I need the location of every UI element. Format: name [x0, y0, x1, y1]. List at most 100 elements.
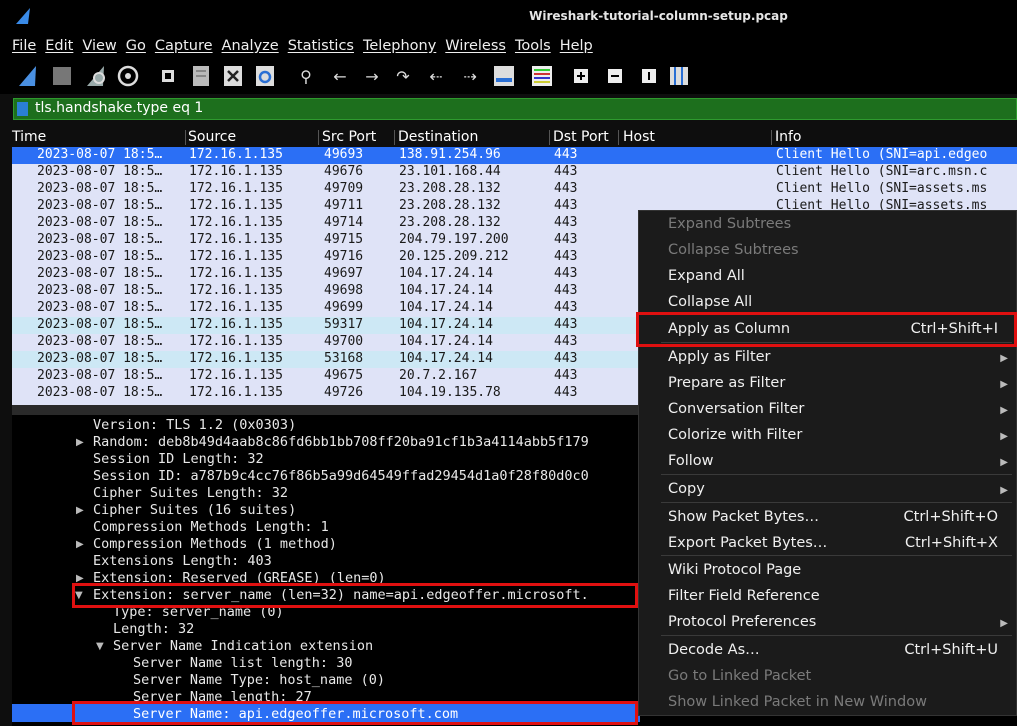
menu-item-wiki-protocol-page[interactable]: Wiki Protocol Page [668, 562, 801, 578]
detail-line[interactable]: Session ID: a787b9c4cc76f86b5a99d64549ff… [93, 468, 589, 484]
column-header-source[interactable]: Source [188, 129, 236, 145]
column-header-src-port[interactable]: Src Port [322, 129, 376, 145]
packet-cell-time: 2023-08-07 18:5… [37, 215, 163, 230]
packet-cell-destination: 104.19.135.78 [399, 385, 501, 400]
save-file-icon[interactable] [190, 64, 212, 88]
column-header-destination[interactable]: Destination [398, 129, 478, 145]
menu-item-apply-as-filter[interactable]: Apply as Filter [668, 349, 771, 365]
packet-row[interactable]: 2023-08-07 18:5… 172.16.1.135 49676 23.101.… [12, 164, 1017, 181]
restart-capture-icon[interactable] [84, 64, 108, 88]
submenu-arrow-icon: ▶ [1000, 405, 1008, 416]
menu-view[interactable]: View [82, 38, 116, 54]
menu-item-collapse-all[interactable]: Collapse All [668, 294, 752, 310]
detail-line[interactable]: Cipher Suites (16 suites) [93, 502, 296, 518]
column-divider[interactable] [771, 130, 772, 145]
normal-size-icon[interactable] [640, 64, 658, 88]
expand-arrow-icon[interactable]: ▶ [76, 505, 84, 516]
packet-cell-dst-port: 443 [554, 232, 578, 247]
menu-statistics[interactable]: Statistics [288, 38, 354, 54]
menu-item-collapse-subtrees[interactable]: Collapse Subtrees [668, 242, 799, 258]
menu-edit[interactable]: Edit [45, 38, 73, 54]
menu-telephony[interactable]: Telephony [363, 38, 436, 54]
colorize-icon[interactable] [530, 64, 554, 88]
autoscroll-icon[interactable] [492, 64, 516, 88]
stop-capture-icon[interactable] [50, 64, 74, 88]
find-packet-icon[interactable]: ⚲ [296, 64, 316, 88]
menu-item-show-linked-packet[interactable]: Show Linked Packet in New Window [668, 694, 927, 710]
capture-options-icon[interactable] [116, 64, 140, 88]
packet-row[interactable]: 2023-08-07 18:5… 172.16.1.135 49709 23.208.… [12, 181, 1017, 198]
detail-line[interactable]: Server Name Indication extension [113, 638, 373, 654]
highlight-box-apply-as-column [636, 312, 1017, 347]
detail-line[interactable]: Session ID Length: 32 [93, 451, 264, 467]
open-file-icon[interactable] [158, 64, 178, 88]
packet-cell-src-port: 49700 [324, 334, 364, 349]
detail-line[interactable]: Version: TLS 1.2 (0x0303) [93, 417, 296, 433]
detail-line[interactable]: Compression Methods Length: 1 [93, 519, 329, 535]
bookmark-icon[interactable] [17, 102, 28, 116]
reload-file-icon[interactable] [254, 64, 276, 88]
menu-item-go-to-linked-packet[interactable]: Go to Linked Packet [668, 668, 811, 684]
start-capture-icon[interactable] [16, 64, 40, 88]
packet-cell-time: 2023-08-07 18:5… [37, 385, 163, 400]
menu-tools[interactable]: Tools [515, 38, 551, 54]
column-divider[interactable] [394, 130, 395, 145]
expand-arrow-icon[interactable]: ▶ [76, 437, 84, 448]
column-divider[interactable] [618, 130, 619, 145]
detail-line[interactable]: Compression Methods (1 method) [93, 536, 337, 552]
menu-item-filter-field-reference[interactable]: Filter Field Reference [668, 588, 820, 604]
menu-item-conversation-filter[interactable]: Conversation Filter [668, 401, 804, 417]
display-filter-input[interactable]: tls.handshake.type eq 1 [35, 100, 203, 116]
detail-line[interactable]: Random: deb8b49d4aab8c86fd6bb1bb708ff20b… [93, 434, 589, 450]
menu-item-prepare-as-filter[interactable]: Prepare as Filter [668, 375, 785, 391]
zoom-in-icon[interactable] [572, 64, 590, 88]
menu-item-export-packet-bytes[interactable]: Export Packet Bytes… [668, 535, 827, 551]
detail-line[interactable]: Length: 32 [113, 621, 194, 637]
menu-go[interactable]: Go [126, 38, 146, 54]
go-to-packet-icon[interactable]: ↷ [393, 64, 413, 88]
detail-line[interactable]: Extensions Length: 403 [93, 553, 272, 569]
packet-cell-destination: 104.17.24.14 [399, 283, 493, 298]
resize-columns-icon[interactable] [668, 64, 690, 88]
menu-item-expand-subtrees[interactable]: Expand Subtrees [668, 216, 791, 232]
detail-line[interactable]: Server Name Type: host_name (0) [133, 672, 385, 688]
column-header-info[interactable]: Info [775, 129, 802, 145]
packet-row[interactable]: 2023-08-07 18:5… 172.16.1.135 49693 138.91.… [12, 147, 1017, 164]
menu-wireless[interactable]: Wireless [445, 38, 506, 54]
menu-help[interactable]: Help [560, 38, 593, 54]
packet-cell-src-port: 49714 [324, 215, 364, 230]
column-header-time[interactable]: Time [12, 129, 46, 145]
collapse-arrow-icon[interactable]: ▼ [96, 641, 104, 652]
menu-item-protocol-preferences[interactable]: Protocol Preferences [668, 614, 816, 630]
menu-capture[interactable]: Capture [155, 38, 213, 54]
first-packet-icon[interactable]: ⇠ [424, 64, 448, 88]
column-header-host[interactable]: Host [623, 129, 655, 145]
go-back-icon[interactable]: ← [330, 64, 350, 88]
expand-arrow-icon[interactable]: ▶ [76, 539, 84, 550]
zoom-out-icon[interactable] [606, 64, 624, 88]
detail-line[interactable]: Cipher Suites Length: 32 [93, 485, 288, 501]
packet-cell-time: 2023-08-07 18:5… [37, 181, 163, 196]
menu-item-expand-all[interactable]: Expand All [668, 268, 745, 284]
packet-cell-time: 2023-08-07 18:5… [37, 164, 163, 179]
column-header-dst-port[interactable]: Dst Port [553, 129, 609, 145]
column-divider[interactable] [185, 130, 186, 145]
menu-item-decode-as[interactable]: Decode As… [668, 642, 760, 658]
menu-item-colorize-with-filter[interactable]: Colorize with Filter [668, 427, 802, 443]
menu-file[interactable]: File [12, 38, 36, 54]
menu-analyze[interactable]: Analyze [222, 38, 279, 54]
menu-item-copy[interactable]: Copy [668, 481, 705, 497]
packet-cell-source: 172.16.1.135 [189, 198, 283, 213]
go-forward-icon[interactable]: → [362, 64, 382, 88]
packet-cell-src-port: 49676 [324, 164, 364, 179]
close-file-icon[interactable] [222, 64, 244, 88]
column-divider[interactable] [549, 130, 550, 145]
last-packet-icon[interactable]: ⇢ [458, 64, 482, 88]
display-filter-bar[interactable]: tls.handshake.type eq 1 [13, 98, 1017, 120]
menu-item-follow[interactable]: Follow [668, 453, 713, 469]
menu-separator [661, 635, 1012, 636]
menu-item-show-packet-bytes[interactable]: Show Packet Bytes… [668, 509, 819, 525]
detail-line[interactable]: Server Name list length: 30 [133, 655, 352, 671]
column-divider[interactable] [318, 130, 319, 145]
packet-cell-dst-port: 443 [554, 385, 578, 400]
